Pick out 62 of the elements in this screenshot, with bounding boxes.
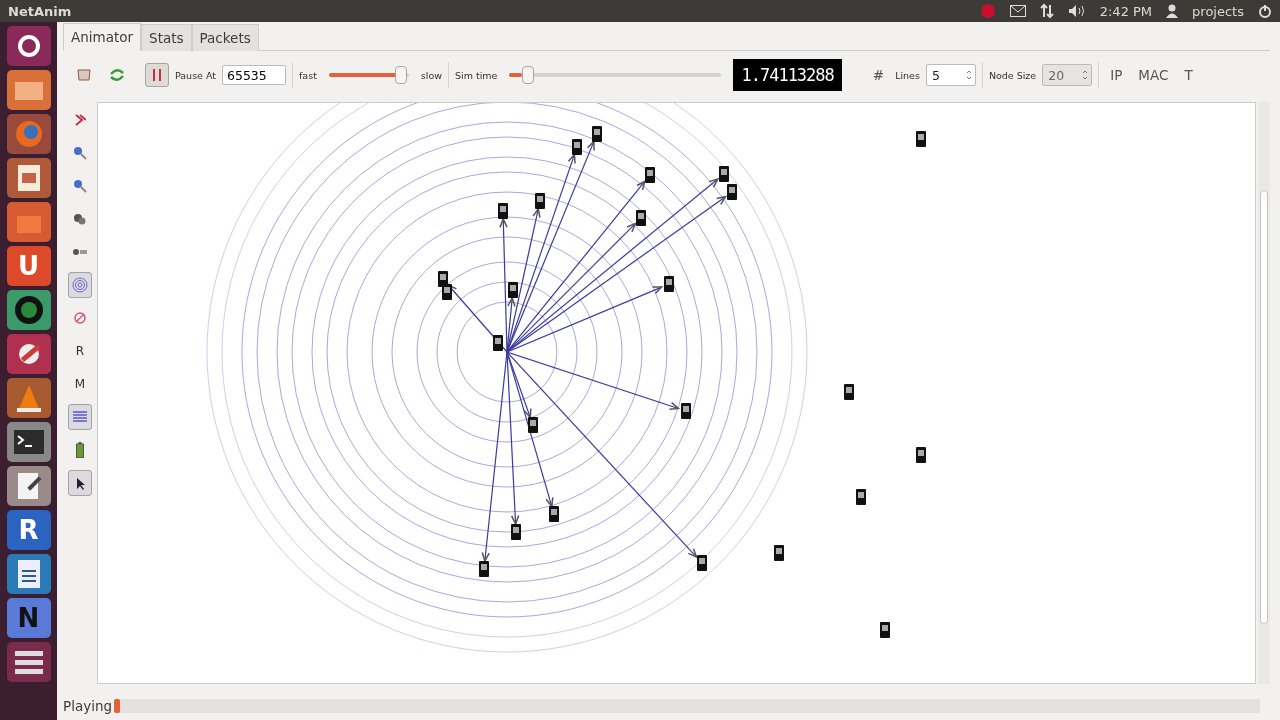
tab[interactable]: Packets	[191, 24, 259, 51]
volume-icon[interactable]	[1067, 4, 1086, 18]
tab[interactable]: Animator	[63, 23, 142, 51]
nodes-icon	[73, 213, 87, 225]
launcher-letter: N	[17, 603, 40, 633]
pause-button[interactable]	[145, 63, 169, 87]
window-title: NetAnim	[8, 3, 73, 19]
user-name[interactable]: projects	[1192, 3, 1244, 19]
pause-at-label: Pause At	[175, 69, 216, 81]
zoom-in-icon	[73, 146, 87, 160]
grid-button[interactable]: #	[867, 67, 890, 83]
letter-r-launcher-icon[interactable]: R	[6, 510, 51, 550]
browser-launcher-icon[interactable]	[6, 114, 51, 154]
toggle-button[interactable]: IP	[1105, 67, 1128, 83]
chevron-icon	[74, 114, 86, 126]
toggle-button[interactable]: MAC	[1133, 67, 1174, 83]
cone-launcher-icon[interactable]	[6, 378, 51, 418]
lines-label: Lines	[895, 69, 920, 81]
pause-at-field[interactable]: 65535	[222, 65, 286, 85]
slides-launcher-icon[interactable]	[6, 158, 51, 198]
reload-icon[interactable]	[109, 68, 125, 82]
slow-label: slow	[420, 69, 443, 81]
lines-spinbox[interactable]: 5	[925, 64, 976, 86]
editor-launcher-icon[interactable]	[6, 466, 51, 506]
pointer-icon	[74, 475, 86, 491]
spin-arrows-icon[interactable]	[965, 69, 972, 81]
sim-time-label: Sim time	[455, 69, 498, 81]
prohibit-icon	[74, 312, 86, 324]
text-tool-button[interactable]: R	[68, 338, 92, 364]
launcher-letter: R	[18, 515, 39, 545]
mail-icon[interactable]	[1009, 5, 1026, 17]
stack-launcher-icon[interactable]	[6, 642, 51, 682]
zoom-out-icon	[73, 179, 87, 193]
tool-button[interactable]	[68, 470, 92, 496]
sim-time-display: 1.74113288	[733, 59, 842, 91]
terminal-launcher-icon[interactable]	[6, 422, 51, 462]
toggle-button[interactable]: T	[1179, 67, 1198, 83]
fast-label: fast	[299, 69, 317, 81]
node-id-icon	[72, 247, 88, 257]
tab[interactable]: Stats	[141, 24, 192, 51]
pause-icon	[152, 68, 162, 82]
store-launcher-icon[interactable]	[6, 202, 51, 242]
letter-u-launcher-icon[interactable]: U	[6, 246, 51, 286]
dash-launcher-icon[interactable]	[6, 26, 51, 66]
files-launcher-icon[interactable]	[6, 70, 51, 110]
vertical-scrollbar[interactable]	[1258, 102, 1270, 684]
speed-thumb[interactable]	[394, 66, 407, 84]
globe-launcher-icon[interactable]	[6, 290, 51, 330]
letter-n-launcher-icon[interactable]: N	[6, 598, 51, 638]
user-icon	[1166, 4, 1179, 18]
sim-time-thumb[interactable]	[521, 66, 534, 84]
text-tool-button[interactable]: M	[68, 371, 92, 397]
launcher-letter: U	[17, 251, 40, 281]
power-icon[interactable]	[1258, 4, 1272, 18]
network-arrows-icon[interactable]	[1039, 3, 1054, 19]
list-icon	[72, 409, 88, 425]
status-text: Playing	[63, 698, 113, 714]
node-size-label: Node Size	[988, 69, 1037, 81]
battery-icon	[76, 442, 84, 458]
clock-text[interactable]: 2:42 PM	[1099, 3, 1153, 19]
folder-icon[interactable]	[77, 69, 91, 81]
document-launcher-icon[interactable]	[6, 554, 51, 594]
